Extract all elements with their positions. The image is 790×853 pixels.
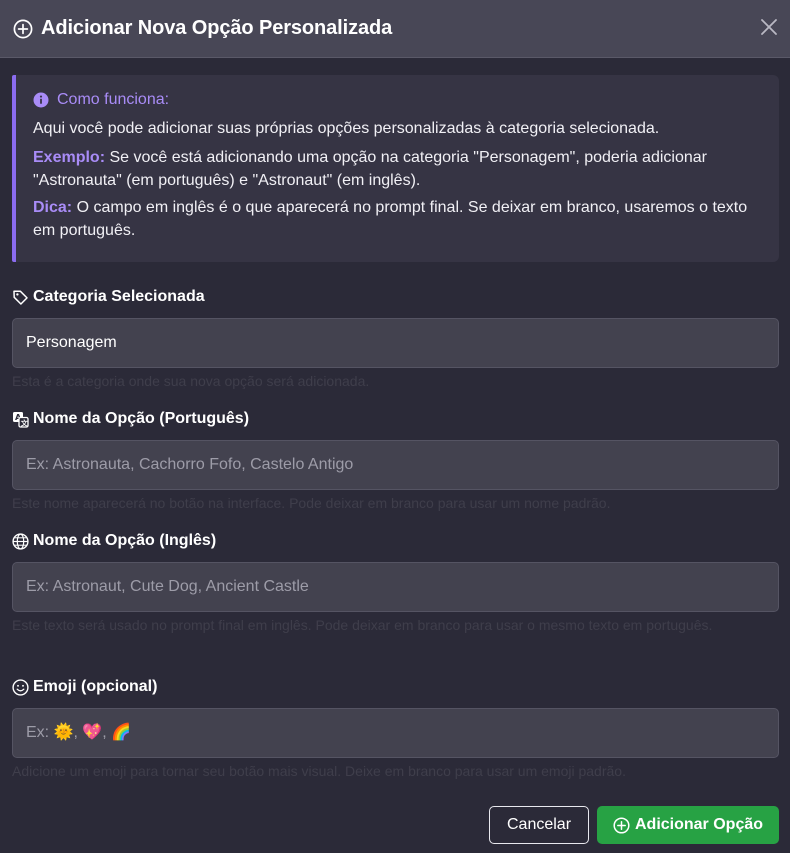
name-pt-label: A文 Nome da Opção (Português) [12, 410, 249, 428]
info-box: Como funciona: Aqui você pode adicionar … [12, 75, 779, 262]
plus-circle-icon [613, 816, 630, 834]
category-help: Esta é a categoria onde sua nova opção s… [12, 373, 370, 389]
emoji-input[interactable] [12, 708, 779, 758]
category-label: Categoria Selecionada [12, 288, 205, 306]
info-circle-icon [33, 92, 49, 108]
category-label-text: Categoria Selecionada [33, 288, 205, 305]
modal-header: Adicionar Nova Opção Personalizada [0, 0, 790, 58]
tip-label: Dica: [33, 199, 73, 216]
close-button[interactable] [758, 16, 780, 38]
tag-icon [12, 289, 29, 306]
info-title: Como funciona: [57, 91, 170, 108]
example-text: Se você está adicionando uma opção na ca… [33, 149, 707, 189]
translate-icon: A文 [12, 411, 29, 428]
name-en-label-text: Nome da Opção (Inglês) [33, 532, 217, 549]
name-en-label: Nome da Opção (Inglês) [12, 532, 216, 550]
name-pt-help: Este nome aparecerá no botão na interfac… [12, 495, 611, 511]
cancel-button[interactable]: Cancelar [489, 806, 589, 844]
name-pt-input[interactable] [12, 440, 779, 490]
category-input[interactable] [12, 318, 779, 368]
info-header: Como funciona: [33, 91, 763, 109]
example-label: Exemplo: [33, 149, 106, 166]
name-pt-label-text: Nome da Opção (Português) [33, 410, 250, 427]
add-option-button[interactable]: Adicionar Opção [597, 806, 779, 844]
info-intro: Aqui você pode adicionar suas próprias o… [33, 120, 660, 137]
svg-text:文: 文 [21, 418, 29, 427]
close-icon [760, 18, 778, 36]
tip-text: O campo em inglês é o que aparecerá no p… [33, 199, 748, 239]
modal-title: Adicionar Nova Opção Personalizada [41, 17, 393, 39]
emoji-help: Adicione um emoji para tornar seu botão … [12, 763, 626, 779]
info-example: Exemplo: Se você está adicionando uma op… [33, 146, 763, 192]
emoji-label: Emoji (opcional) [12, 678, 157, 696]
plus-circle-icon [13, 19, 33, 39]
name-en-help: Este texto será usado no prompt final em… [12, 617, 713, 633]
add-option-label: Adicionar Opção [634, 816, 764, 833]
emoji-label-text: Emoji (opcional) [33, 678, 158, 695]
name-en-input[interactable] [12, 562, 779, 612]
globe-icon [12, 532, 29, 550]
smiley-icon [12, 678, 29, 696]
info-tip: Dica: O campo em inglês é o que aparecer… [33, 196, 763, 242]
